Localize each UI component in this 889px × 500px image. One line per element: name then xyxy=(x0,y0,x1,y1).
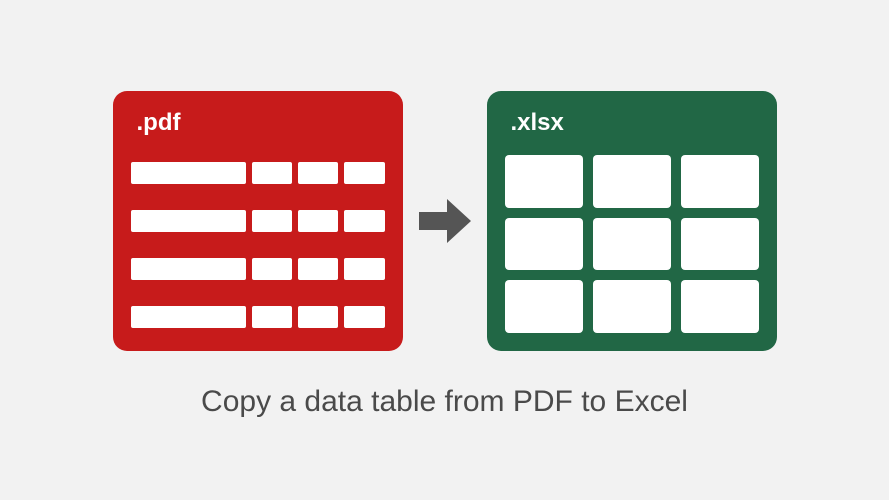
table-cell xyxy=(593,280,671,333)
table-cell xyxy=(344,258,384,280)
table-cell xyxy=(593,155,671,208)
table-cell xyxy=(344,162,384,184)
table-cell xyxy=(681,280,759,333)
table-cell xyxy=(252,258,292,280)
diagram-caption: Copy a data table from PDF to Excel xyxy=(201,385,688,419)
table-cell xyxy=(131,258,246,280)
table-cell xyxy=(298,162,338,184)
pdf-file-card: .pdf xyxy=(113,91,403,351)
table-cell xyxy=(593,218,671,271)
table-cell xyxy=(252,162,292,184)
table-cell xyxy=(681,218,759,271)
table-cell xyxy=(681,155,759,208)
table-cell xyxy=(505,280,583,333)
table-row xyxy=(131,258,385,280)
table-cell xyxy=(344,210,384,232)
table-cell xyxy=(298,210,338,232)
arrow-right-icon xyxy=(417,195,473,247)
table-cell xyxy=(131,306,246,328)
table-row xyxy=(131,306,385,328)
table-cell xyxy=(505,155,583,208)
table-cell xyxy=(344,306,384,328)
table-row xyxy=(131,210,385,232)
table-cell xyxy=(131,162,246,184)
table-cell xyxy=(131,210,246,232)
table-cell xyxy=(298,306,338,328)
table-cell xyxy=(252,306,292,328)
pdf-table-illustration xyxy=(113,149,403,351)
table-row xyxy=(131,162,385,184)
xlsx-extension-label: .xlsx xyxy=(487,103,777,149)
table-cell xyxy=(298,258,338,280)
conversion-diagram: .pdf xyxy=(113,91,777,351)
table-cell xyxy=(505,218,583,271)
table-cell xyxy=(252,210,292,232)
xlsx-file-card: .xlsx xyxy=(487,91,777,351)
xlsx-table-illustration xyxy=(487,149,777,351)
pdf-extension-label: .pdf xyxy=(113,103,403,149)
